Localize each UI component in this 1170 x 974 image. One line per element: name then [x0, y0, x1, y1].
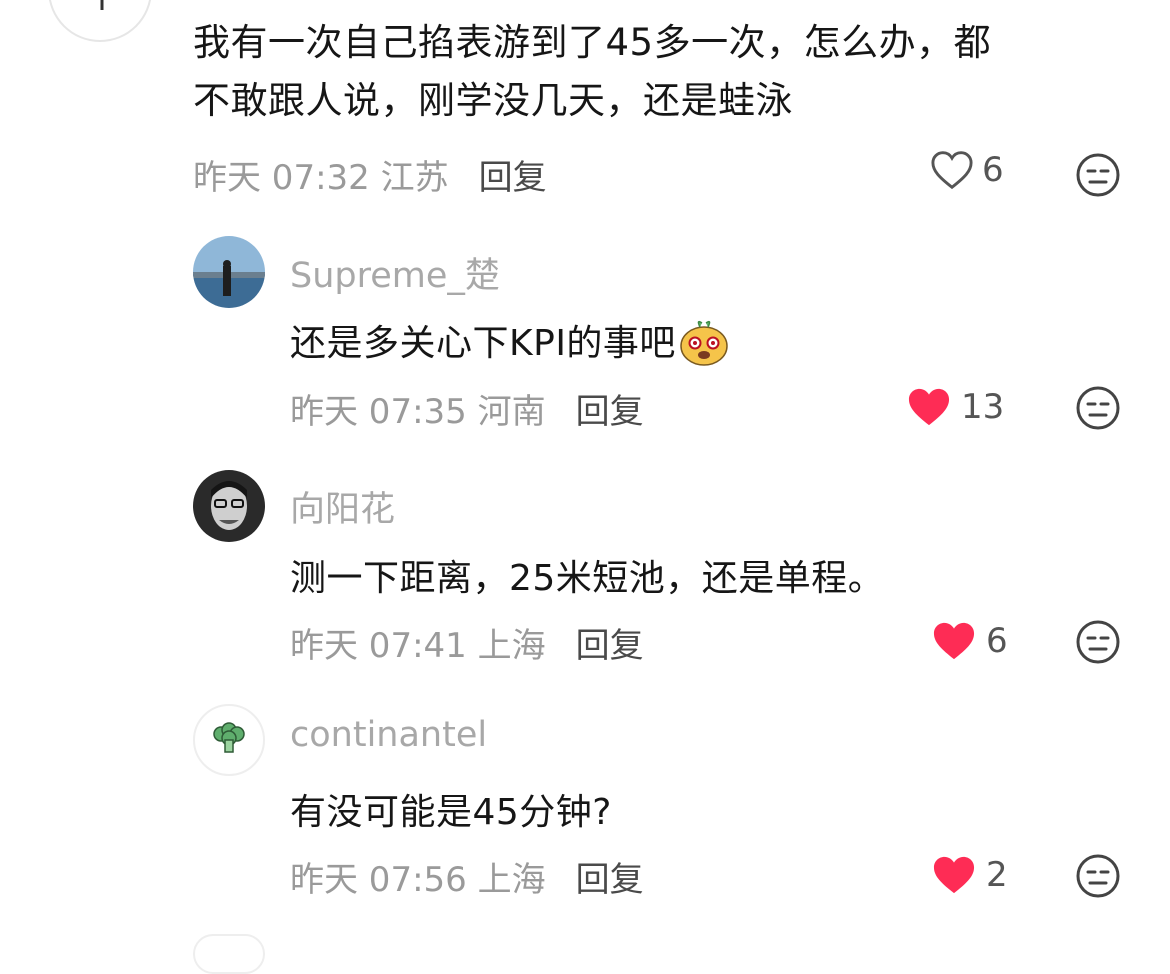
dislike-button[interactable] [1075, 853, 1121, 899]
avatar-photo [193, 470, 265, 542]
avatar[interactable] [48, 0, 152, 42]
like-button[interactable]: 2 [930, 854, 1008, 896]
heart-outline-icon [931, 151, 973, 190]
reply-text: 还是多关心下KPI的事吧 [290, 314, 730, 376]
username[interactable]: continantel [290, 715, 487, 755]
sheep-face-emoji-icon [678, 315, 730, 376]
like-count: 6 [982, 150, 1004, 190]
reply-time-location: 昨天 07:35 河南 [290, 392, 546, 432]
comment-time-location: 昨天 07:32 江苏 [193, 158, 449, 198]
avatar[interactable] [193, 236, 265, 308]
like-button[interactable]: 13 [905, 386, 1004, 428]
username[interactable]: 向阳花 [290, 481, 395, 532]
heart-filled-icon [933, 856, 975, 894]
like-count: 6 [986, 621, 1008, 661]
reply-button[interactable]: 回复 [576, 860, 644, 900]
dislike-button[interactable] [1075, 385, 1121, 431]
reply-time-location: 昨天 07:56 上海 [290, 860, 546, 900]
neutral-face-icon [1076, 854, 1120, 898]
reply-text: 测一下距离，25米短池，还是单程。 [290, 558, 885, 599]
reply-button[interactable]: 回复 [576, 626, 644, 666]
reply-button[interactable]: 回复 [576, 392, 644, 432]
username[interactable]: Supreme_楚 [290, 247, 500, 298]
heart-filled-icon [933, 622, 975, 660]
like-count: 2 [986, 855, 1008, 895]
user-icon [100, 0, 104, 10]
neutral-face-icon [1076, 386, 1120, 430]
comment-text-line: 不敢跟人说，刚学没几天，还是蛙泳 [193, 79, 793, 122]
like-button[interactable]: 6 [930, 150, 1004, 190]
comment-text: 我有一次自己掐表游到了45多一次，怎么办，都 不敢跟人说，刚学没几天，还是蛙泳 [193, 14, 1113, 130]
like-button[interactable]: 6 [930, 620, 1008, 662]
avatar-photo [193, 236, 265, 308]
reply-meta: 昨天 07:41 上海 回复 [290, 618, 644, 667]
heart-filled-icon [908, 388, 950, 426]
reply-button[interactable]: 回复 [479, 158, 547, 198]
like-count: 13 [961, 387, 1005, 427]
reply-meta: 昨天 07:35 河南 回复 [290, 384, 644, 433]
comment-meta: 昨天 07:32 江苏 回复 [193, 150, 547, 199]
avatar[interactable] [193, 470, 265, 542]
comment-text-line: 我有一次自己掐表游到了45多一次，怎么办，都 [193, 21, 992, 64]
dislike-button[interactable] [1075, 619, 1121, 665]
dislike-button[interactable] [1075, 152, 1121, 198]
avatar[interactable] [193, 704, 265, 776]
broccoli-icon [213, 722, 245, 753]
avatar[interactable] [193, 934, 265, 974]
neutral-face-icon [1076, 153, 1120, 197]
reply-meta: 昨天 07:56 上海 回复 [290, 852, 644, 901]
neutral-face-icon [1076, 620, 1120, 664]
reply-time-location: 昨天 07:41 上海 [290, 626, 546, 666]
reply-text: 有没可能是45分钟? [290, 792, 612, 833]
reply-text-content: 还是多关心下KPI的事吧 [290, 323, 676, 364]
